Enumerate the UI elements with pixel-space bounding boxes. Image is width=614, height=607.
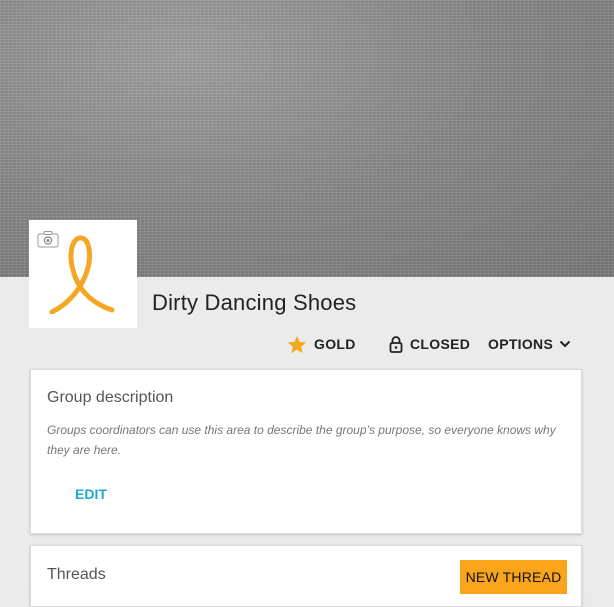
membership-level-label: GOLD xyxy=(314,336,356,352)
group-description-card: Group description Groups coordinators ca… xyxy=(30,369,582,534)
new-thread-button[interactable]: NEW THREAD xyxy=(460,560,567,594)
options-menu-button[interactable]: OPTIONS xyxy=(488,334,571,354)
privacy-status-label: CLOSED xyxy=(410,336,471,352)
group-description-text: Groups coordinators can use this area to… xyxy=(47,423,556,457)
edit-description-button[interactable]: EDIT xyxy=(75,486,107,502)
group-name: Dirty Dancing Shoes xyxy=(152,290,357,315)
membership-level: GOLD xyxy=(287,334,356,354)
threads-card: Threads NEW THREAD xyxy=(30,545,582,607)
privacy-status: CLOSED xyxy=(389,334,470,354)
star-icon xyxy=(287,335,307,354)
options-label: OPTIONS xyxy=(488,336,554,352)
group-description-heading: Group description xyxy=(47,389,174,406)
threads-heading: Threads xyxy=(47,566,106,583)
lock-icon xyxy=(389,335,403,353)
ribbon-logo xyxy=(49,235,115,314)
group-avatar xyxy=(29,220,137,328)
chevron-down-icon xyxy=(559,340,571,348)
